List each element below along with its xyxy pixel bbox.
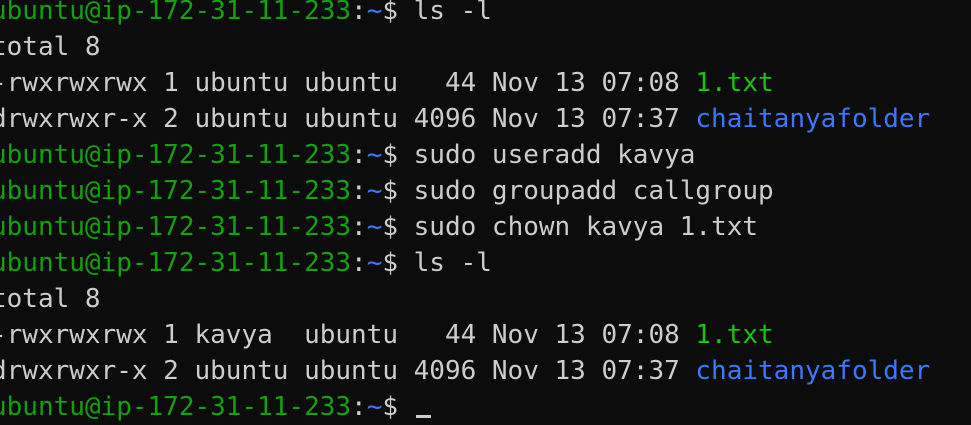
- prompt-path: ~: [366, 392, 383, 422]
- prompt-user-host: ubuntu@ip-172-31-11-233: [0, 248, 352, 278]
- prompt-symbol: $: [382, 176, 414, 206]
- listing-row: -rwxrwxrwx 1 kavya ubuntu 44 Nov 13 07:0…: [0, 317, 971, 353]
- listing-row: drwxrwxr-x 2 ubuntu ubuntu 4096 Nov 13 0…: [0, 353, 971, 389]
- prompt-separator: :: [351, 248, 367, 278]
- prompt-line: ubuntu@ip-172-31-11-233:~$ ls -l: [0, 0, 971, 29]
- directory-name: chaitanyafolder: [695, 356, 931, 386]
- prompt-user-host: ubuntu@ip-172-31-11-233: [0, 140, 352, 170]
- prompt-user-host: ubuntu@ip-172-31-11-233: [0, 176, 352, 206]
- prompt-symbol: $: [382, 248, 414, 278]
- command-text: sudo useradd kavya: [413, 140, 696, 170]
- prompt-symbol: $: [382, 392, 414, 422]
- prompt-line: ubuntu@ip-172-31-11-233:~$ ls -l: [0, 245, 971, 281]
- prompt-line: ubuntu@ip-172-31-11-233:~$ sudo useradd …: [0, 137, 971, 173]
- prompt-line: ubuntu@ip-172-31-11-233:~$ sudo chown ka…: [0, 209, 971, 245]
- prompt-user-host: ubuntu@ip-172-31-11-233: [0, 392, 352, 422]
- prompt-symbol: $: [382, 140, 414, 170]
- prompt-line: ubuntu@ip-172-31-11-233:~$ sudo groupadd…: [0, 173, 971, 209]
- prompt-symbol: $: [382, 0, 414, 26]
- prompt-separator: :: [351, 140, 367, 170]
- command-text: sudo groupadd callgroup: [413, 176, 774, 206]
- output-line: total 8: [0, 281, 971, 317]
- terminal-output[interactable]: ubuntu@ip-172-31-11-233:~$ ls -l total 8-…: [0, 0, 971, 425]
- file-name: 1.txt: [695, 320, 774, 350]
- prompt-separator: :: [351, 0, 367, 26]
- file-metadata: drwxrwxr-x 2 ubuntu ubuntu 4096 Nov 13 0…: [0, 104, 696, 134]
- command-text: ls -l: [413, 0, 492, 26]
- directory-name: chaitanyafolder: [695, 104, 931, 134]
- output-line: total 8: [0, 29, 971, 65]
- prompt-path: ~: [366, 176, 383, 206]
- command-text: ls -l: [413, 248, 492, 278]
- prompt-separator: :: [351, 392, 367, 422]
- listing-row: -rwxrwxrwx 1 ubuntu ubuntu 44 Nov 13 07:…: [0, 65, 971, 101]
- prompt-separator: :: [351, 176, 367, 206]
- file-name: 1.txt: [695, 68, 774, 98]
- prompt-user-host: ubuntu@ip-172-31-11-233: [0, 212, 352, 242]
- prompt-path: ~: [366, 248, 383, 278]
- prompt-user-host: ubuntu@ip-172-31-11-233: [0, 0, 352, 26]
- text-cursor: [415, 415, 431, 418]
- prompt-path: ~: [366, 140, 383, 170]
- command-text: sudo chown kavya 1.txt: [413, 212, 759, 242]
- file-metadata: drwxrwxr-x 2 ubuntu ubuntu 4096 Nov 13 0…: [0, 356, 696, 386]
- listing-row: drwxrwxr-x 2 ubuntu ubuntu 4096 Nov 13 0…: [0, 101, 971, 137]
- file-metadata: -rwxrwxrwx 1 kavya ubuntu 44 Nov 13 07:0…: [0, 320, 696, 350]
- prompt-path: ~: [366, 0, 383, 26]
- output-text: total 8: [0, 32, 101, 62]
- prompt-symbol: $: [382, 212, 414, 242]
- output-text: total 8: [0, 284, 101, 314]
- prompt-separator: :: [351, 212, 367, 242]
- file-metadata: -rwxrwxrwx 1 ubuntu ubuntu 44 Nov 13 07:…: [0, 68, 696, 98]
- prompt-path: ~: [366, 212, 383, 242]
